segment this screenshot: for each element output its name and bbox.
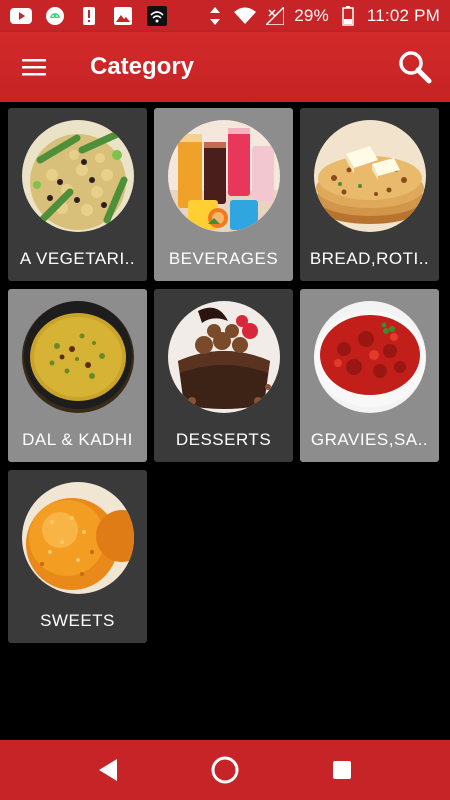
category-card-desserts[interactable]: DESSERTS: [154, 289, 293, 462]
laddoo-image: [22, 482, 134, 594]
menu-button[interactable]: [0, 32, 70, 102]
android-icon: [44, 6, 66, 26]
category-card-gravies[interactable]: GRAVIES,SA..: [300, 289, 439, 462]
red-gravy-image: [314, 301, 426, 413]
category-label: A VEGETARI..: [8, 249, 147, 269]
page-title: Category: [90, 53, 380, 81]
alert-icon: [78, 6, 100, 26]
recents-icon: [331, 759, 353, 781]
category-label: GRAVIES,SA..: [300, 430, 439, 450]
wifi-icon: [234, 6, 256, 26]
category-card-dal-kadhi[interactable]: DAL & KADHI: [8, 289, 147, 462]
category-card-sweets[interactable]: SWEETS: [8, 470, 147, 643]
signal-box-icon: [146, 6, 168, 26]
back-icon: [95, 757, 121, 783]
youtube-icon: [10, 6, 32, 26]
home-button[interactable]: [200, 745, 250, 795]
cell-signal-icon: [264, 6, 286, 26]
search-icon: [398, 50, 432, 84]
category-label: SWEETS: [8, 611, 147, 631]
home-icon: [210, 755, 240, 785]
hamburger-menu-icon: [22, 57, 48, 77]
data-arrows-icon: [204, 6, 226, 26]
dal-bowl-image: [22, 301, 134, 413]
chocolate-dessert-image: [168, 301, 280, 413]
category-label: DAL & KADHI: [8, 430, 147, 450]
system-nav-bar: [0, 740, 450, 800]
app-bar: Category: [0, 32, 450, 102]
drinks-glasses-image: [168, 120, 280, 232]
category-card-bread-roti[interactable]: BREAD,ROTI..: [300, 108, 439, 281]
system-status: 29% 11:02 PM: [204, 6, 440, 26]
paratha-butter-image: [314, 120, 426, 232]
battery-percent: 29%: [294, 6, 329, 26]
salad-bowl-image: [22, 120, 134, 232]
clock: 11:02 PM: [367, 6, 440, 26]
category-card-vegetarian[interactable]: A VEGETARI..: [8, 108, 147, 281]
category-card-beverages[interactable]: BEVERAGES: [154, 108, 293, 281]
search-button[interactable]: [380, 32, 450, 102]
notification-icons: [10, 6, 168, 26]
category-label: BREAD,ROTI..: [300, 249, 439, 269]
battery-icon: [337, 6, 359, 26]
status-bar: 29% 11:02 PM: [0, 0, 450, 32]
back-button[interactable]: [83, 745, 133, 795]
category-grid: A VEGETARI.. BEVERAGES: [8, 108, 442, 643]
category-label: BEVERAGES: [154, 249, 293, 269]
category-label: DESSERTS: [154, 430, 293, 450]
recents-button[interactable]: [317, 745, 367, 795]
image-icon: [112, 6, 134, 26]
